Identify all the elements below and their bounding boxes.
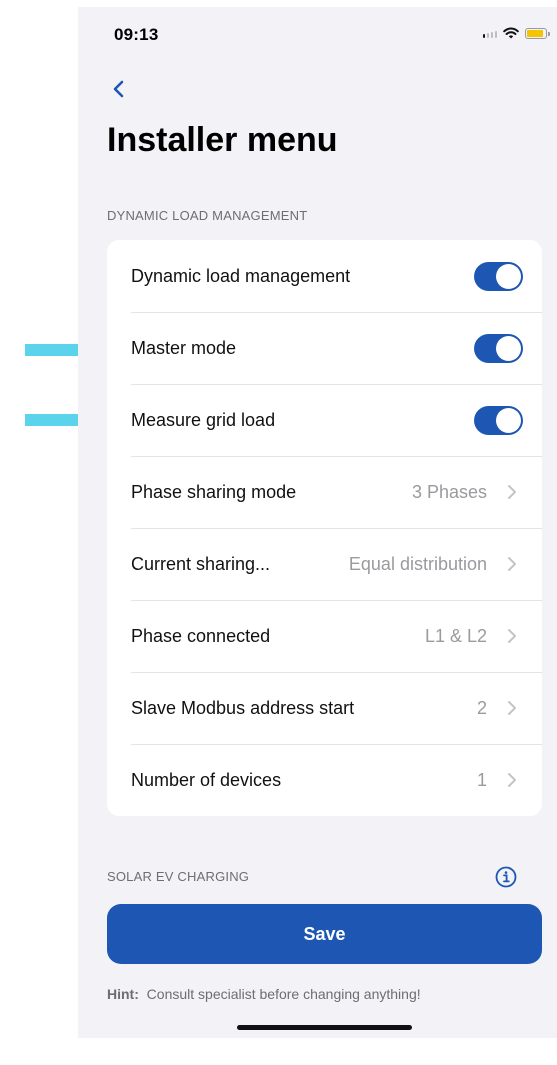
save-button[interactable]: Save [107, 904, 542, 964]
chevron-right-icon [508, 557, 516, 571]
row-label: Current sharing... [131, 553, 271, 574]
toggle-knob [496, 263, 521, 289]
chevron-right-icon [508, 701, 516, 715]
home-indicator [237, 1025, 412, 1030]
row-label: Master mode [131, 337, 237, 358]
hint-message: Consult specialist before changing anyth… [146, 986, 421, 1002]
row-value: 3 Phases [411, 481, 487, 502]
row-slave-modbus-address-start[interactable]: Slave Modbus address start 2 [107, 672, 542, 744]
status-time: 09:13 [114, 25, 159, 44]
toggle-knob [496, 335, 521, 361]
master-mode-toggle[interactable] [474, 333, 523, 363]
status-icons [483, 27, 550, 39]
phone-screen: 09:13 Installer menu DYNAMIC LOAD MANAGE… [78, 7, 557, 1038]
row-value: Equal distribution [348, 553, 487, 574]
row-phase-connected[interactable]: Phase connected L1 & L2 [107, 600, 542, 672]
chevron-right-icon [508, 629, 516, 643]
measure-grid-load-toggle[interactable] [474, 405, 523, 435]
row-phase-sharing-mode[interactable]: Phase sharing mode 3 Phases [107, 456, 542, 528]
section-header-dynamic-load-management: DYNAMIC LOAD MANAGEMENT [107, 208, 308, 223]
hint-text: Hint: Consult specialist before changing… [107, 986, 421, 1002]
row-label: Dynamic load management [131, 265, 351, 286]
cellular-signal-icon [483, 28, 497, 38]
toggle-knob [496, 407, 521, 433]
hint-label: Hint: [107, 986, 139, 1002]
chevron-right-icon [508, 485, 516, 499]
row-measure-grid-load: Measure grid load [107, 384, 542, 456]
section-header-solar-ev-charging: SOLAR EV CHARGING [107, 869, 250, 884]
row-label: Phase connected [131, 625, 271, 646]
row-label: Number of devices [131, 769, 282, 790]
status-bar: 09:13 [78, 7, 557, 51]
row-value: 1 [476, 769, 487, 790]
row-current-sharing[interactable]: Current sharing... Equal distribution [107, 528, 542, 600]
row-master-mode: Master mode [107, 312, 542, 384]
wifi-icon [503, 27, 519, 39]
row-number-of-devices[interactable]: Number of devices 1 [107, 744, 542, 816]
battery-icon [525, 27, 550, 39]
page-title: Installer menu [107, 121, 338, 159]
row-value: L1 & L2 [424, 625, 487, 646]
row-value: 2 [476, 697, 487, 718]
row-label: Measure grid load [131, 409, 276, 430]
row-label: Phase sharing mode [131, 481, 297, 502]
row-label: Slave Modbus address start [131, 697, 355, 718]
dynamic-load-management-toggle[interactable] [474, 261, 523, 291]
back-chevron-icon[interactable] [108, 77, 132, 101]
row-dynamic-load-management: Dynamic load management [107, 240, 542, 312]
info-icon[interactable] [495, 866, 517, 888]
chevron-right-icon [508, 773, 516, 787]
dynamic-load-management-card: Dynamic load management Master mode Meas… [107, 240, 542, 816]
